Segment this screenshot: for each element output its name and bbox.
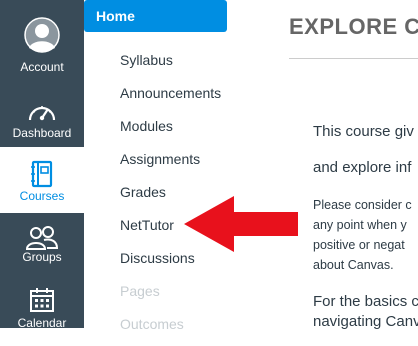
feedback-text-line-3: positive or negat: [313, 238, 405, 252]
global-nav-groups-label: Groups: [22, 250, 62, 264]
global-nav-courses[interactable]: Courses: [0, 147, 84, 213]
book-icon: [24, 156, 60, 192]
page-title: EXPLORE C: [289, 14, 418, 39]
global-nav-account-label: Account: [20, 60, 64, 74]
global-nav-account[interactable]: Account: [0, 0, 84, 74]
feedback-text-line-1: Please consider c: [313, 198, 412, 212]
intro-text-line-2: and explore inf: [313, 159, 412, 176]
course-nav: Home Syllabus Announcements Modules Assi…: [84, 0, 272, 332]
global-nav: Account Dashboard Courses Groups Calenda…: [0, 0, 84, 330]
course-nav-modules[interactable]: Modules: [120, 118, 173, 134]
global-nav-groups[interactable]: Groups: [0, 218, 84, 284]
course-nav-pages[interactable]: Pages: [120, 283, 160, 299]
calendar-icon: [24, 282, 60, 318]
main-content: EXPLORE C This course giv and explore in…: [272, 0, 418, 330]
title-divider: [289, 58, 418, 59]
course-nav-syllabus[interactable]: Syllabus: [120, 52, 173, 68]
feedback-text-line-2: any point when y: [313, 218, 407, 232]
feedback-text-line-4: about Canvas.: [313, 258, 394, 272]
global-nav-dashboard-label: Dashboard: [12, 126, 72, 140]
course-nav-announcements[interactable]: Announcements: [120, 85, 221, 101]
global-nav-calendar[interactable]: Calendar: [0, 280, 84, 346]
intro-text-line-1: This course giv: [313, 123, 414, 140]
global-nav-courses-label: Courses: [19, 189, 65, 203]
account-avatar-icon: [24, 17, 60, 53]
course-nav-assignments[interactable]: Assignments: [120, 151, 200, 167]
course-nav-nettutor[interactable]: NetTutor: [120, 217, 174, 233]
course-nav-grades[interactable]: Grades: [120, 184, 166, 200]
course-nav-home[interactable]: Home: [84, 0, 227, 32]
basics-text-line-2: navigating Canv: [313, 313, 418, 330]
course-nav-outcomes[interactable]: Outcomes: [120, 316, 184, 332]
red-arrow-annotation: [184, 196, 298, 252]
basics-text-line-1: For the basics c: [313, 293, 418, 310]
